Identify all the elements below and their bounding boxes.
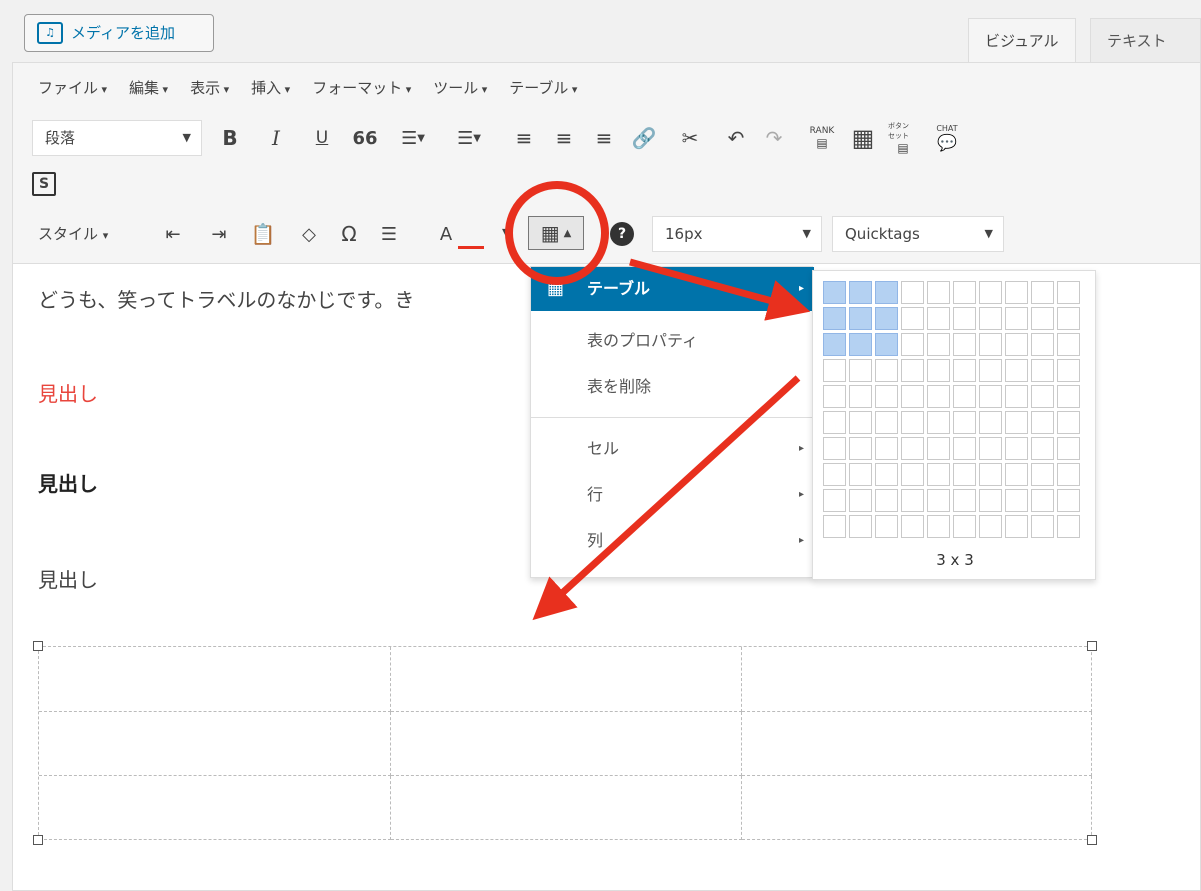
annotation-arrow [629, 258, 811, 321]
annotation-overlay [505, 181, 811, 621]
highlight-circle [505, 181, 609, 285]
annotation-arrow [532, 375, 801, 621]
